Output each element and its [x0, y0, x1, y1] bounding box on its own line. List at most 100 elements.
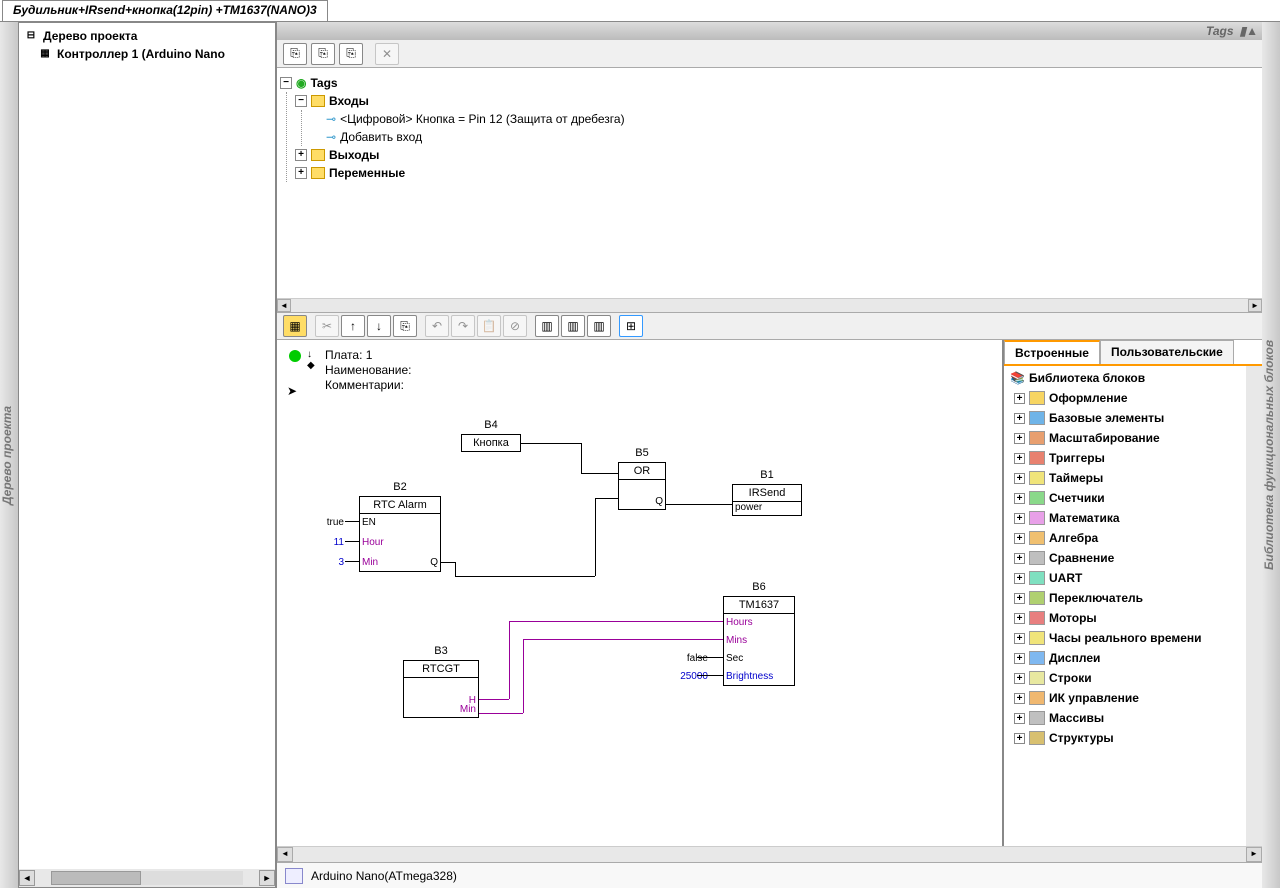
align-right-button[interactable]: ▥	[587, 315, 611, 337]
library-item[interactable]: +Сравнение	[1006, 548, 1244, 568]
scroll-left-icon[interactable]: ◄	[19, 870, 35, 886]
wire	[595, 498, 596, 576]
expand-icon[interactable]: +	[1014, 453, 1025, 464]
scroll-right-icon[interactable]: ►	[1246, 847, 1262, 862]
val-25000: 25000	[680, 671, 708, 682]
block-b4[interactable]: B4 Кнопка	[461, 434, 521, 452]
left-sidebar-handle[interactable]: Дерево проекта	[0, 22, 18, 888]
expand-icon[interactable]: +	[1014, 513, 1025, 524]
tree-hscroll[interactable]: ◄ ►	[19, 869, 275, 887]
expand-icon[interactable]: +	[1014, 713, 1025, 724]
input-item[interactable]: ⊸ <Цифровой> Кнопка = Pin 12 (Защита от …	[310, 110, 1256, 128]
tree-root[interactable]: ⊟ Дерево проекта	[23, 27, 271, 45]
diagram-canvas[interactable]: ↓◆ ➤ Плата: 1 Наименование: Комментарии:…	[277, 340, 1002, 846]
up-button[interactable]: ↑	[341, 315, 365, 337]
expand-icon[interactable]: +	[1014, 413, 1025, 424]
expand-icon[interactable]: +	[1014, 393, 1025, 404]
library-item[interactable]: +Алгебра	[1006, 528, 1244, 548]
expand-icon[interactable]: +	[1014, 673, 1025, 684]
expand-icon[interactable]: +	[1014, 633, 1025, 644]
scroll-left-icon[interactable]: ◄	[277, 847, 293, 862]
library-item[interactable]: +Строки	[1006, 668, 1244, 688]
block-b1[interactable]: B1 IRSend power	[732, 484, 802, 516]
category-icon	[1029, 651, 1045, 665]
expand-icon[interactable]: +	[1014, 553, 1025, 564]
align-center-button[interactable]: ▥	[561, 315, 585, 337]
library-item[interactable]: +Переключатель	[1006, 588, 1244, 608]
category-icon	[1029, 571, 1045, 585]
canvas-hscroll[interactable]: ◄ ►	[277, 846, 1262, 862]
expand-icon[interactable]: +	[1014, 533, 1025, 544]
expand-icon[interactable]: +	[295, 167, 307, 179]
block-b3[interactable]: B3 RTCGT H Min	[403, 660, 479, 718]
library-item[interactable]: +Триггеры	[1006, 448, 1244, 468]
library-item[interactable]: +Математика	[1006, 508, 1244, 528]
vars-node[interactable]: + Переменные	[295, 164, 1256, 182]
expand-icon[interactable]: +	[1014, 653, 1025, 664]
add-input-button[interactable]: ⎘	[283, 43, 307, 65]
expand-icon[interactable]: +	[1014, 433, 1025, 444]
copy-button[interactable]: ⎘	[393, 315, 417, 337]
panel-pin-icon[interactable]: ▮▲	[1240, 24, 1258, 38]
category-icon	[1029, 731, 1045, 745]
tree-icon: ⊟	[23, 30, 39, 42]
library-item[interactable]: +Счетчики	[1006, 488, 1244, 508]
inputs-node[interactable]: − Входы	[295, 92, 1256, 110]
expand-icon[interactable]: +	[1014, 593, 1025, 604]
collapse-icon[interactable]: −	[280, 77, 292, 89]
scroll-left-icon[interactable]: ◄	[277, 299, 291, 312]
library-item[interactable]: +Масштабирование	[1006, 428, 1244, 448]
library-item[interactable]: +Моторы	[1006, 608, 1244, 628]
expand-icon[interactable]: +	[1014, 493, 1025, 504]
pin-power: power	[735, 502, 762, 513]
align-left-button[interactable]: ▥	[535, 315, 559, 337]
network-button[interactable]: ⊞	[619, 315, 643, 337]
library-item[interactable]: +UART	[1006, 568, 1244, 588]
library-item[interactable]: +ИК управление	[1006, 688, 1244, 708]
tags-root[interactable]: − ◉ Tags	[280, 74, 1256, 92]
tags-tree[interactable]: − ◉ Tags − Входы ⊸ <Цифровой> Кнопка = P…	[277, 68, 1262, 298]
library-item[interactable]: +Часы реального времени	[1006, 628, 1244, 648]
tab-user[interactable]: Пользовательские	[1100, 340, 1234, 364]
outputs-node[interactable]: + Выходы	[295, 146, 1256, 164]
category-icon	[1029, 431, 1045, 445]
scroll-right-icon[interactable]: ►	[259, 870, 275, 886]
library-item[interactable]: +Дисплеи	[1006, 648, 1244, 668]
add-input-item[interactable]: ⊸ Добавить вход	[310, 128, 1256, 146]
document-tab[interactable]: Будильник+IRsend+кнопка(12pin) +TM1637(N…	[2, 0, 328, 21]
expand-icon[interactable]: +	[1014, 613, 1025, 624]
pin-bri: Brightness	[726, 671, 773, 682]
tab-builtin[interactable]: Встроенные	[1004, 340, 1100, 364]
expand-icon[interactable]: +	[1014, 473, 1025, 484]
scroll-track[interactable]	[51, 871, 243, 885]
library-item-label: Базовые элементы	[1049, 411, 1164, 425]
library-item[interactable]: +Массивы	[1006, 708, 1244, 728]
library-tree[interactable]: 📚 Библиотека блоков +Оформление+Базовые …	[1004, 366, 1246, 846]
add-output-button[interactable]: ⎘	[311, 43, 335, 65]
outputs-label: Выходы	[329, 148, 379, 162]
select-mode-button[interactable]: ▦	[283, 315, 307, 337]
project-tree[interactable]: ⊟ Дерево проекта ▦ Контроллер 1 (Arduino…	[19, 23, 275, 869]
scroll-thumb[interactable]	[51, 871, 141, 885]
expand-icon[interactable]: +	[295, 149, 307, 161]
category-icon	[1029, 671, 1045, 685]
block-b6[interactable]: B6 TM1637 Hours Mins Sec false Brightnes…	[723, 596, 795, 686]
tags-hscroll[interactable]: ◄ ►	[277, 298, 1262, 312]
right-sidebar-handle[interactable]: Библиотека функциональных блоков	[1262, 22, 1280, 888]
library-item[interactable]: +Структуры	[1006, 728, 1244, 748]
down-button[interactable]: ↓	[367, 315, 391, 337]
block-b5[interactable]: B5 OR Q	[618, 462, 666, 510]
library-vscroll[interactable]	[1246, 366, 1262, 846]
add-var-button[interactable]: ⎘	[339, 43, 363, 65]
library-item[interactable]: +Оформление	[1006, 388, 1244, 408]
collapse-icon[interactable]: −	[295, 95, 307, 107]
block-b2[interactable]: B2 RTC Alarm EN true Hour 11 Min 3 Q	[359, 496, 441, 572]
tree-controller[interactable]: ▦ Контроллер 1 (Arduino Nano	[23, 45, 271, 63]
library-item[interactable]: + Базовые элементы	[1006, 408, 1244, 428]
scroll-right-icon[interactable]: ►	[1248, 299, 1262, 312]
expand-icon[interactable]: +	[1014, 693, 1025, 704]
expand-icon[interactable]: +	[1014, 573, 1025, 584]
expand-icon[interactable]: +	[1014, 733, 1025, 744]
library-item[interactable]: +Таймеры	[1006, 468, 1244, 488]
library-root[interactable]: 📚 Библиотека блоков	[1006, 368, 1244, 388]
